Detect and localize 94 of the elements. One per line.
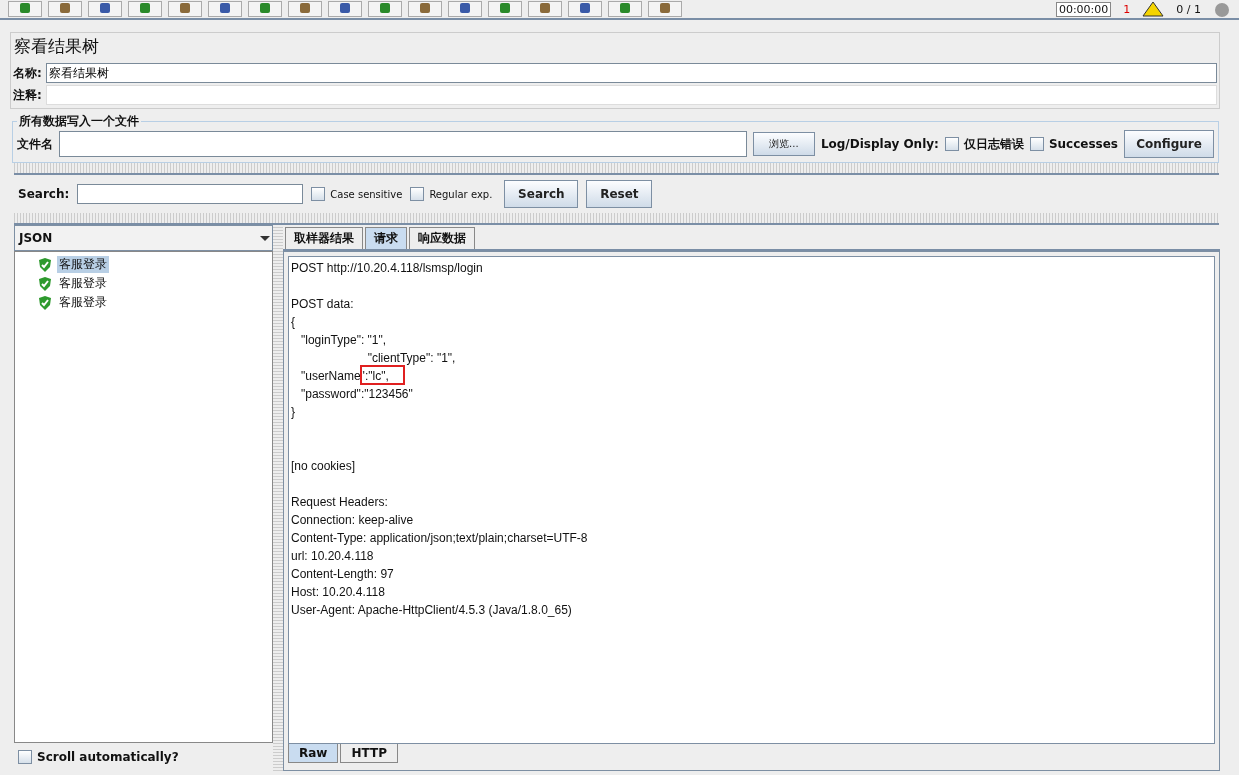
toolbar-button[interactable]: [288, 1, 322, 17]
panel-title: 察看结果树: [13, 35, 100, 58]
tool-icon: [497, 3, 513, 15]
tool-icon: [657, 3, 673, 15]
search-button[interactable]: Search: [504, 180, 579, 208]
tool-icon: [297, 3, 313, 15]
toolbar-button[interactable]: [248, 1, 282, 17]
group-title: 所有数据写入一个文件: [18, 113, 140, 130]
tool-icon: [377, 3, 393, 15]
elapsed-timer: 00:00:00: [1055, 1, 1112, 17]
toolbar-button[interactable]: [648, 1, 682, 17]
splitter-handle[interactable]: [14, 163, 1219, 175]
toolbar-button[interactable]: [528, 1, 562, 17]
comment-field[interactable]: [45, 85, 1217, 105]
tool-icon: [217, 3, 233, 15]
request-text-line: Host: 10.20.4.118: [291, 584, 385, 601]
tool-icon: [257, 3, 273, 15]
toolbar-button[interactable]: [568, 1, 602, 17]
request-text-line: User-Agent: Apache-HttpClient/4.5.3 (Java/1.8.0_65): [291, 602, 572, 619]
request-text-line: Content-Type: application/json;text/plain;charset=UTF-8: [291, 530, 588, 547]
splitter-handle[interactable]: [273, 225, 283, 771]
tool-icon: [537, 3, 553, 15]
tab[interactable]: 请求: [365, 227, 407, 249]
request-text-line: url: 10.20.4.118: [291, 548, 374, 565]
tab[interactable]: 取样器结果: [285, 227, 363, 249]
tool-icon: [417, 3, 433, 15]
renderer-dropdown[interactable]: JSON: [14, 225, 273, 251]
tab[interactable]: HTTP: [340, 744, 398, 763]
toolbar-button[interactable]: [168, 1, 202, 17]
search-label: Search:: [18, 187, 70, 201]
tool-icon: [17, 3, 33, 15]
tool-icon: [337, 3, 353, 15]
request-text-line: Request Headers:: [291, 494, 388, 511]
tool-icon: [177, 3, 193, 15]
checkbox-label: Case sensitive: [330, 188, 403, 200]
browse-button[interactable]: 浏览...: [752, 132, 815, 156]
tab[interactable]: 响应数据: [409, 227, 475, 249]
tool-icon: [617, 3, 633, 15]
tab[interactable]: Raw: [288, 744, 339, 763]
search-field[interactable]: [77, 184, 304, 204]
checkbox[interactable]: [410, 187, 425, 201]
checkbox[interactable]: [944, 137, 959, 151]
reset-button[interactable]: Reset: [586, 180, 653, 208]
tool-icon: [97, 3, 113, 15]
splitter-handle[interactable]: [14, 213, 1219, 225]
request-text-line: }: [291, 404, 295, 421]
thread-count: 0 / 1: [1176, 2, 1201, 16]
checkbox[interactable]: [311, 187, 326, 201]
checkbox[interactable]: [1029, 137, 1044, 151]
toolbar-button[interactable]: [488, 1, 522, 17]
tree-item[interactable]: 客服登录: [57, 294, 109, 311]
tree-item[interactable]: 客服登录: [57, 275, 109, 292]
toolbar-button[interactable]: [608, 1, 642, 17]
toolbar-button[interactable]: [8, 1, 42, 17]
tool-icon: [57, 3, 73, 15]
dropdown-arrow-icon: [258, 233, 272, 243]
shield-check-icon: [37, 275, 53, 292]
toolbar-button[interactable]: [328, 1, 362, 17]
checkbox[interactable]: [18, 750, 32, 764]
error-count: 1: [1123, 2, 1131, 16]
checkbox-label: 仅日志错误: [963, 135, 1024, 153]
toolbar-button[interactable]: [48, 1, 82, 17]
tree-item[interactable]: 客服登录: [57, 256, 109, 273]
request-text-line: "loginType": "1",: [300, 332, 387, 349]
request-text-line: [no cookies]: [291, 458, 356, 475]
toolbar-button[interactable]: [368, 1, 402, 17]
request-text-line: {: [291, 314, 295, 331]
comment-label: 注释:: [13, 86, 42, 104]
name-field[interactable]: 察看结果树: [45, 63, 1217, 83]
checkbox-label: Regular exp.: [429, 188, 493, 200]
request-text-line: Content-Length: 97: [291, 566, 394, 583]
checkbox-label: Successes: [1048, 137, 1118, 151]
file-field[interactable]: [59, 131, 747, 157]
tool-icon: [137, 3, 153, 15]
checkbox-label: Scroll automatically?: [37, 750, 179, 764]
tool-icon: [577, 3, 593, 15]
request-text-line: Connection: keep-alive: [291, 512, 414, 529]
request-text-line: POST http://10.20.4.118/lsmsp/login: [291, 260, 483, 277]
log-label: Log/Display Only:: [820, 137, 939, 151]
toolbar-button[interactable]: [88, 1, 122, 17]
toolbar-button[interactable]: [208, 1, 242, 17]
toolbar-button[interactable]: [448, 1, 482, 17]
configure-button[interactable]: Configure: [1124, 130, 1214, 158]
request-text-line: "password":"123456": [300, 386, 413, 403]
request-text-line: "clientType": "1",: [366, 350, 456, 367]
toolbar-button[interactable]: [128, 1, 162, 17]
toolbar-button[interactable]: [408, 1, 442, 17]
shield-check-icon: [37, 294, 53, 311]
shield-check-icon: [37, 256, 53, 273]
file-label: 文件名: [17, 135, 53, 153]
request-text-line: POST data:: [291, 296, 354, 313]
tool-icon: [457, 3, 473, 15]
name-label: 名称:: [13, 64, 42, 82]
warning-icon: [1142, 1, 1165, 17]
